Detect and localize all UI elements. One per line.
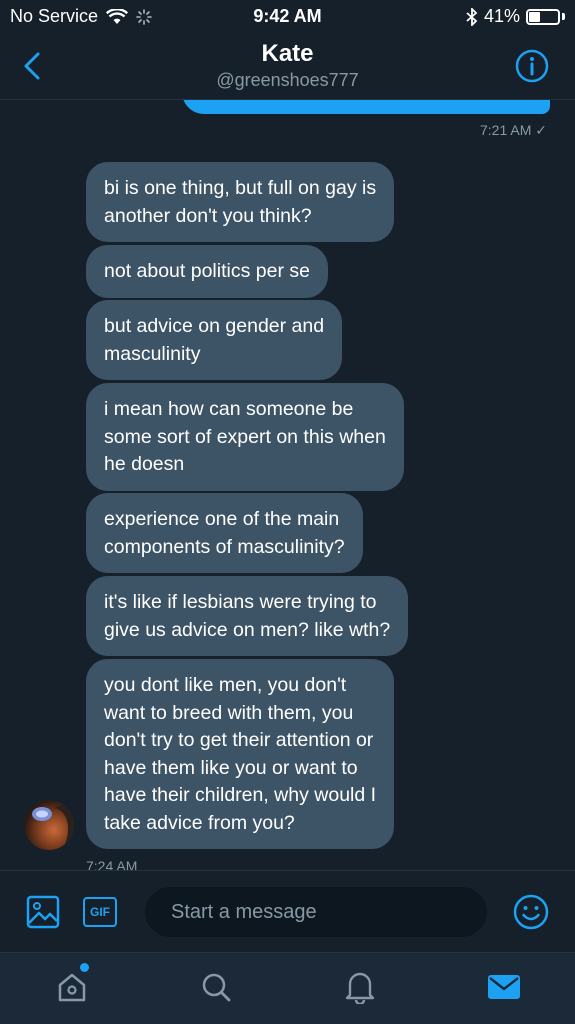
received-message-bubble[interactable]: bi is one thing, but full on gay is anot… xyxy=(86,162,395,242)
sent-message-bubble[interactable] xyxy=(182,100,550,114)
tab-home[interactable] xyxy=(52,963,92,1007)
sent-timestamp: 7:21 AM ✓ xyxy=(480,122,547,138)
tab-search[interactable] xyxy=(196,967,236,1007)
search-icon xyxy=(202,973,231,1002)
received-message-bubble[interactable]: you dont like men, you don't want to bre… xyxy=(86,659,395,849)
avatar-image xyxy=(32,800,74,850)
message-input[interactable] xyxy=(145,887,487,937)
battery-icon xyxy=(526,8,560,25)
received-message-bubble[interactable]: but advice on gender and masculinity xyxy=(86,300,343,380)
message-composer: GIF xyxy=(0,870,575,952)
gif-button[interactable]: GIF xyxy=(83,897,117,927)
status-right: 41% xyxy=(466,6,565,27)
received-message-bubble[interactable]: experience one of the main components of… xyxy=(86,493,363,573)
tab-notifications[interactable] xyxy=(340,967,380,1007)
conversation-header: Kate @greenshoes777 xyxy=(0,32,575,100)
new-content-dot xyxy=(80,963,89,972)
received-timestamp: 7:24 AM xyxy=(86,858,138,870)
received-message-bubble[interactable]: i mean how can someone be some sort of e… xyxy=(86,383,404,491)
envelope-icon xyxy=(488,975,520,999)
avatar[interactable] xyxy=(24,800,74,850)
battery-level xyxy=(529,11,540,22)
home-icon xyxy=(58,973,86,1002)
emoji-icon[interactable] xyxy=(513,894,549,930)
bell-icon xyxy=(345,972,375,1004)
contact-name: Kate xyxy=(261,40,314,67)
tab-messages[interactable] xyxy=(484,967,524,1007)
received-message-bubble[interactable]: not about politics per se xyxy=(86,245,328,298)
battery-percent: 41% xyxy=(483,6,520,26)
tab-bar xyxy=(0,952,575,1024)
info-icon[interactable] xyxy=(515,49,549,83)
battery-tip xyxy=(562,13,565,20)
received-message-bubble[interactable]: it's like if lesbians were trying to giv… xyxy=(86,576,409,656)
message-thread[interactable]: 7:21 AM ✓ bi is one thing, but full on g… xyxy=(0,100,575,870)
contact-handle: @greenshoes777 xyxy=(216,70,359,90)
status-bar: No Service 9:42 AM 41% xyxy=(0,0,575,32)
image-icon[interactable] xyxy=(26,895,60,929)
bluetooth-icon xyxy=(466,7,478,26)
